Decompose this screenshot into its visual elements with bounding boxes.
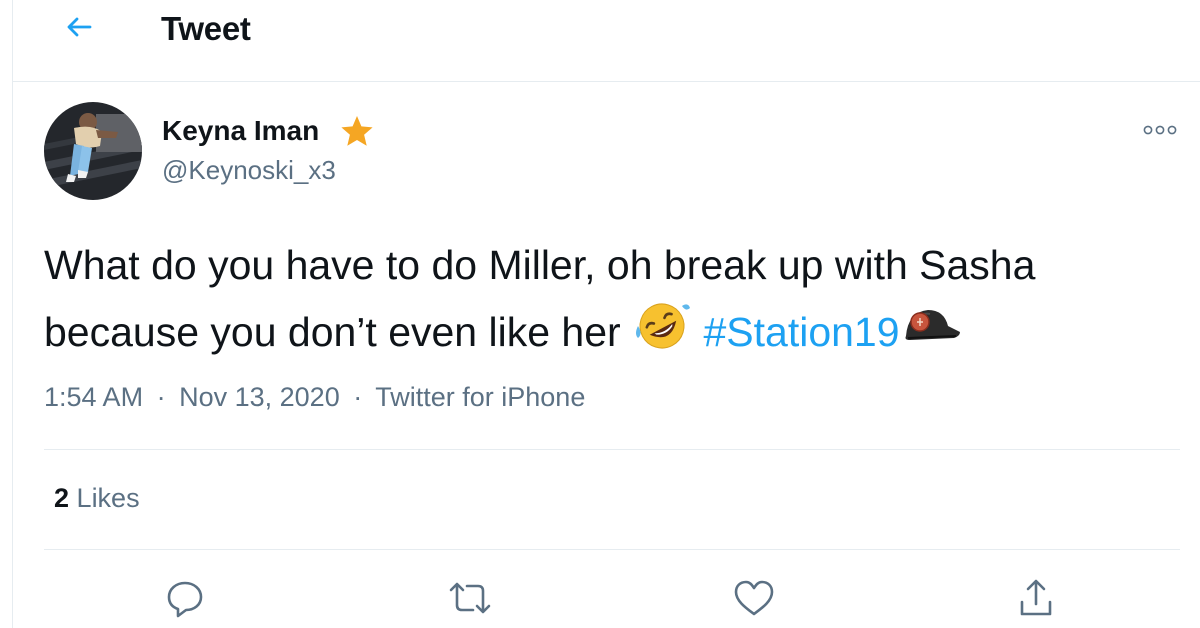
likes-stat[interactable]: 2 Likes (54, 483, 140, 514)
header-bar: Tweet (13, 0, 1200, 82)
more-options-button[interactable] (1140, 118, 1180, 142)
tweet-text-line: because you don’t even like her #Station… (44, 296, 962, 361)
author-display-name[interactable]: Keyna Iman (162, 115, 319, 147)
author-handle[interactable]: @Keynoski_x3 (162, 155, 336, 186)
reply-button[interactable] (161, 574, 209, 622)
tweet-date[interactable]: Nov 13, 2020 (179, 382, 340, 412)
back-button[interactable] (57, 5, 101, 49)
tweet-time[interactable]: 1:54 AM (44, 382, 143, 412)
hashtag-link[interactable]: #Station19 (703, 309, 899, 355)
retweet-button[interactable] (446, 574, 494, 622)
tweet-text-segment: because you don’t even like her (44, 309, 621, 355)
page-title: Tweet (161, 10, 251, 47)
divider (44, 449, 1180, 450)
firefighter-helmet-icon (900, 300, 962, 352)
like-button[interactable] (730, 574, 778, 622)
tweet-meta: 1:54 AM · Nov 13, 2020 · Twitter for iPh… (44, 382, 585, 413)
meta-separator: · (156, 382, 166, 412)
rolling-on-floor-laughing-icon (632, 296, 692, 354)
arrow-left-icon (67, 17, 92, 37)
divider (44, 549, 1180, 550)
meta-separator: · (353, 382, 363, 412)
likes-count: 2 (54, 483, 70, 513)
like-icon (734, 580, 774, 616)
more-icon (1143, 125, 1177, 135)
star-icon (341, 116, 373, 146)
avatar[interactable] (44, 102, 142, 200)
tweet-text-line: What do you have to do Miller, oh break … (44, 242, 1036, 288)
left-border (12, 0, 13, 628)
avatar-photo (44, 102, 142, 200)
reply-icon (167, 581, 203, 618)
share-icon (1020, 579, 1052, 616)
retweet-icon (449, 582, 491, 614)
tweet-source[interactable]: Twitter for iPhone (375, 382, 585, 412)
share-button[interactable] (1012, 574, 1060, 622)
likes-label: Likes (76, 483, 140, 513)
